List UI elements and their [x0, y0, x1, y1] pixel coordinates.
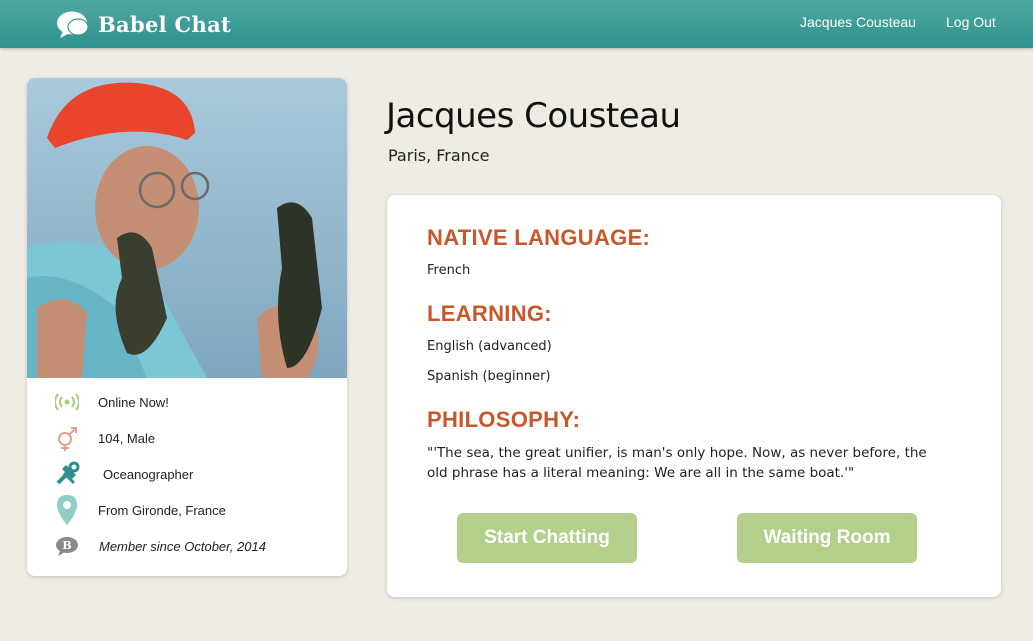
member-since-text: Member since October, 2014 [99, 538, 266, 554]
learning-heading: LEARNING: [427, 301, 552, 326]
origin-text: From Gironde, France [98, 502, 226, 518]
profile-name: Jacques Cousteau [386, 96, 681, 136]
nav-user-profile-link[interactable]: Jacques Cousteau [800, 14, 916, 30]
nav-logout-link[interactable]: Log Out [946, 14, 996, 30]
philosophy-quote: "'The sea, the great unifier, is man's o… [427, 445, 927, 481]
status-row: Online Now! [27, 390, 347, 414]
online-status-text: Online Now! [98, 394, 169, 410]
location-pin-icon [53, 495, 81, 525]
occupation-text: Oceanographer [103, 466, 194, 482]
age-gender-text: 104, Male [98, 430, 156, 446]
app-name: Babel Chat [98, 11, 231, 37]
profile-card: Online Now! 104, Male Oceanographer From… [27, 78, 347, 576]
native-language-value: French [427, 263, 471, 278]
online-signal-icon [53, 388, 81, 416]
start-chatting-button[interactable]: Start Chatting [457, 513, 637, 563]
svg-text:B: B [62, 539, 71, 552]
gender-icon [53, 424, 81, 452]
tools-icon [53, 460, 81, 488]
philosophy-heading: PHILOSOPHY: [427, 407, 581, 432]
babel-member-icon: B [53, 532, 81, 560]
app-logo[interactable]: Babel Chat [56, 8, 231, 40]
details-card: NATIVE LANGUAGE: French LEARNING: Englis… [387, 195, 1001, 597]
native-language-heading: NATIVE LANGUAGE: [427, 225, 651, 250]
learning-item: Spanish (beginner) [427, 369, 551, 384]
occupation-row: Oceanographer [27, 460, 347, 488]
top-navigation-bar: Babel Chat Jacques Cousteau Log Out [0, 0, 1033, 48]
member-since-row: B Member since October, 2014 [27, 534, 347, 558]
profile-photo [27, 78, 347, 378]
origin-row: From Gironde, France [27, 495, 347, 525]
learning-item: English (advanced) [427, 339, 552, 354]
chat-bubble-icon [56, 9, 90, 39]
profile-location: Paris, France [388, 146, 490, 165]
age-gender-row: 104, Male [27, 424, 347, 452]
waiting-room-button[interactable]: Waiting Room [737, 513, 917, 563]
